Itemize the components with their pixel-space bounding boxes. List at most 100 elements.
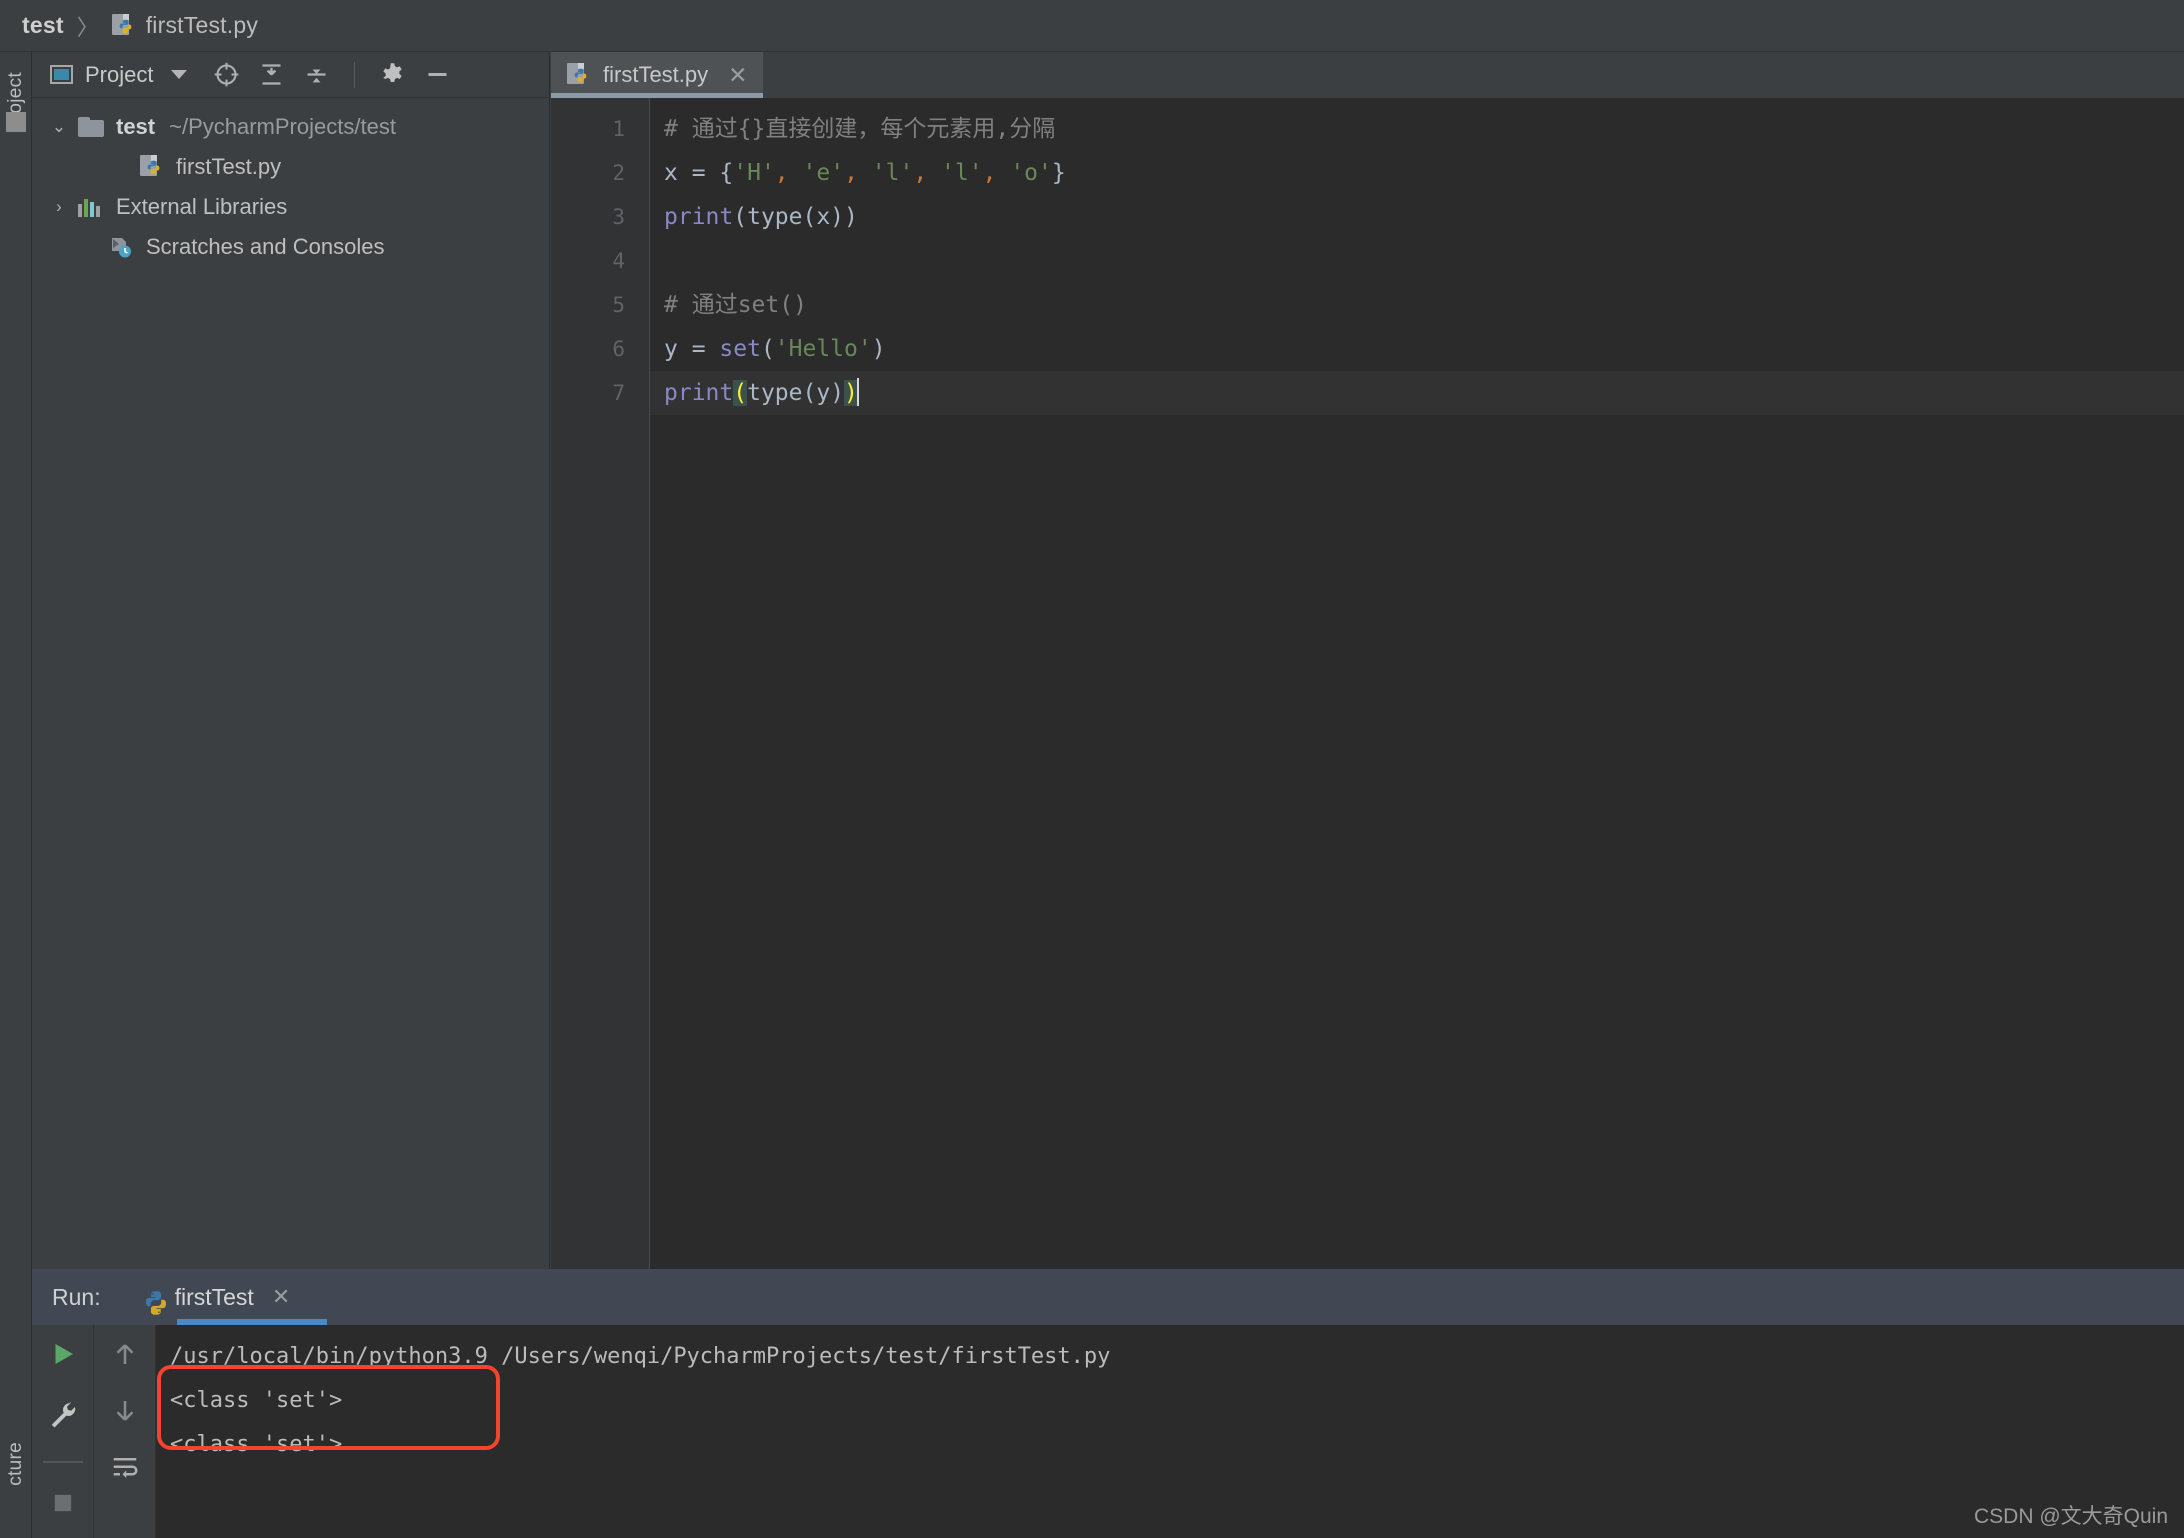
code-token: 'l' bbox=[941, 160, 983, 186]
run-tool-window: Run: firstTest ✕ /usr/local/bin/python3.… bbox=[32, 1269, 2184, 1538]
code-token: , bbox=[774, 160, 789, 186]
code-line: y = set('Hello') bbox=[650, 327, 2184, 371]
expand-all-icon[interactable] bbox=[258, 61, 285, 88]
left-tool-strip: Project cture bbox=[0, 52, 32, 1538]
code-token: 'e' bbox=[802, 160, 845, 186]
code-token: (type(x)) bbox=[733, 204, 858, 230]
line-number: 6 bbox=[612, 337, 625, 361]
breadcrumb-project[interactable]: test bbox=[22, 12, 64, 39]
console-line: <class 'set'> bbox=[170, 1432, 343, 1457]
line-number: 2 bbox=[612, 161, 625, 185]
run-panel-body: /usr/local/bin/python3.9 /Users/wenqi/Py… bbox=[32, 1325, 2184, 1538]
chevron-collapsed-icon[interactable]: › bbox=[48, 197, 70, 217]
tool-window-button-structure[interactable]: cture bbox=[5, 1442, 27, 1486]
line-number-gutter: 1 2 3 4 5 6 7 bbox=[551, 98, 650, 1269]
python-file-icon bbox=[567, 62, 591, 88]
code-token: ) bbox=[871, 336, 886, 362]
breadcrumb-separator-icon: 〉 bbox=[76, 14, 99, 40]
editor-tabs-bar: firstTest.py ✕ bbox=[551, 52, 2184, 98]
line-number: 5 bbox=[612, 293, 625, 317]
code-token: , bbox=[982, 160, 997, 186]
code-editor[interactable]: 1 2 3 4 5 6 7 # 通过{}直接创建，每个元素用,分隔 x = {'H… bbox=[551, 98, 2184, 1269]
close-icon[interactable]: ✕ bbox=[272, 1284, 290, 1310]
code-token: , bbox=[913, 160, 928, 186]
code-token: } bbox=[1051, 160, 1066, 186]
tree-item-label: firstTest.py bbox=[176, 154, 282, 179]
project-tool-window: Project ⌄ test ~/PycharmProjects/test fi… bbox=[32, 52, 550, 1269]
project-tree: ⌄ test ~/PycharmProjects/test firstTest.… bbox=[32, 98, 549, 267]
code-token: ) bbox=[844, 380, 858, 406]
tree-row[interactable]: › External Libraries bbox=[32, 187, 549, 227]
code-token: print bbox=[664, 204, 734, 230]
code-token: # 通过set() bbox=[664, 292, 807, 318]
wrench-icon[interactable] bbox=[48, 1400, 78, 1435]
tree-row[interactable]: Scratches and Consoles bbox=[32, 227, 549, 267]
run-play-icon[interactable] bbox=[48, 1339, 78, 1374]
watermark-text: CSDN @文大奇Quin bbox=[1973, 1505, 2168, 1528]
minimize-icon[interactable] bbox=[424, 61, 451, 88]
text-caret bbox=[856, 378, 859, 406]
tree-item-label: External Libraries bbox=[116, 194, 288, 219]
run-tab-label: firstTest bbox=[174, 1283, 254, 1310]
line-number: 1 bbox=[612, 117, 625, 141]
tree-row[interactable]: firstTest.py bbox=[32, 147, 549, 187]
code-token: , bbox=[844, 160, 858, 186]
python-file-icon bbox=[111, 13, 136, 39]
code-token: ( bbox=[733, 380, 748, 406]
toolbar-divider bbox=[354, 61, 356, 88]
code-line: # 通过set() bbox=[650, 283, 2184, 327]
gear-icon[interactable] bbox=[379, 61, 406, 88]
run-toolbar-left bbox=[32, 1325, 94, 1538]
run-panel-header: Run: firstTest ✕ bbox=[32, 1269, 2184, 1325]
code-content[interactable]: # 通过{}直接创建，每个元素用,分隔 x = {'H', 'e', 'l', '… bbox=[650, 98, 2184, 1269]
project-panel-title: Project bbox=[85, 61, 154, 87]
code-line: # 通过{}直接创建，每个元素用,分隔 bbox=[650, 107, 2184, 151]
line-number: 4 bbox=[612, 249, 625, 273]
library-bars-icon bbox=[78, 197, 104, 217]
code-token: 'l' bbox=[871, 160, 914, 186]
tree-item-label: test bbox=[116, 114, 156, 139]
run-tab-firstTest[interactable]: firstTest ✕ bbox=[137, 1269, 327, 1325]
arrow-up-icon[interactable] bbox=[110, 1339, 140, 1374]
code-token: type(y) bbox=[747, 380, 845, 406]
chevron-expanded-icon[interactable]: ⌄ bbox=[48, 117, 70, 137]
tree-item-path: ~/PycharmProjects/test bbox=[169, 114, 396, 139]
project-strip-icon[interactable] bbox=[6, 112, 26, 132]
code-token: # 通过{}直接创建，每个元素用,分隔 bbox=[664, 116, 1056, 142]
tree-row[interactable]: ⌄ test ~/PycharmProjects/test bbox=[32, 107, 549, 147]
editor-tab-firstTest[interactable]: firstTest.py ✕ bbox=[551, 52, 763, 98]
line-number: 7 bbox=[612, 381, 625, 405]
line-number: 3 bbox=[612, 205, 625, 229]
stop-square-icon[interactable] bbox=[49, 1489, 77, 1522]
python-file-icon bbox=[140, 154, 164, 180]
soft-wrap-icon[interactable] bbox=[110, 1453, 140, 1488]
code-line: x = {'H', 'e', 'l', 'l', 'o'} bbox=[650, 151, 2184, 195]
project-window-icon bbox=[50, 65, 73, 84]
breadcrumb: test 〉 firstTest.py bbox=[0, 0, 2184, 52]
arrow-down-icon[interactable] bbox=[110, 1396, 140, 1431]
console-line: /usr/local/bin/python3.9 /Users/wenqi/Py… bbox=[170, 1344, 1111, 1369]
project-toolbar: Project bbox=[32, 52, 549, 98]
chevron-down-icon[interactable] bbox=[171, 70, 188, 79]
toolbar-divider bbox=[42, 1461, 83, 1463]
code-line: print(type(x)) bbox=[650, 195, 2184, 239]
crosshair-target-icon[interactable] bbox=[213, 61, 240, 88]
scratches-clock-icon bbox=[108, 235, 134, 259]
console-output[interactable]: /usr/local/bin/python3.9 /Users/wenqi/Py… bbox=[156, 1325, 2184, 1538]
breadcrumb-file[interactable]: firstTest.py bbox=[146, 12, 258, 39]
code-token: x = { bbox=[664, 160, 734, 186]
python-icon bbox=[137, 1284, 166, 1315]
code-token: ( bbox=[760, 336, 775, 362]
code-token: set bbox=[719, 336, 761, 362]
tree-item-label: Scratches and Consoles bbox=[146, 234, 385, 259]
run-label: Run: bbox=[52, 1283, 101, 1310]
editor-area: firstTest.py ✕ 1 2 3 4 5 6 7 # 通过{}直接创建，… bbox=[551, 52, 2184, 1269]
close-icon[interactable]: ✕ bbox=[728, 62, 747, 89]
collapse-all-icon[interactable] bbox=[303, 61, 330, 88]
code-token: y = bbox=[664, 336, 720, 362]
